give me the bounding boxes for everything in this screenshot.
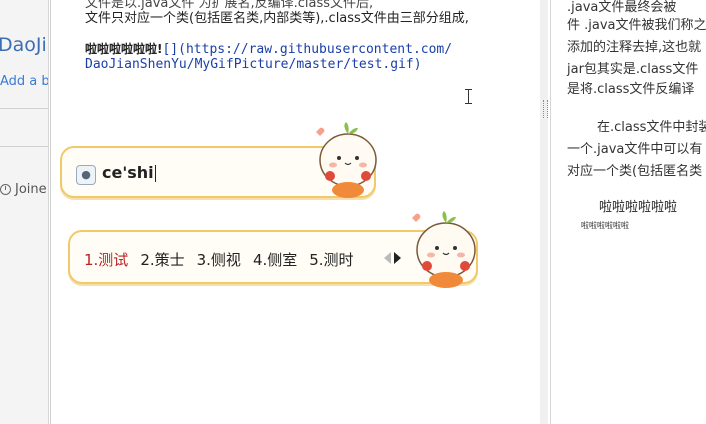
- editor-line-md: 啦啦啦啦啦啦![](https://raw.githubusercontent.…: [85, 40, 452, 57]
- preview-line: 是将.class文件反编译: [567, 82, 695, 97]
- candidate-3[interactable]: 3.侧视: [197, 249, 241, 270]
- divider: [0, 146, 48, 147]
- candidate-5[interactable]: 5.测时: [309, 249, 353, 270]
- preview-line: 一个.java文件中可以有: [567, 142, 703, 157]
- md-text: 啦啦啦啦啦啦!: [85, 42, 163, 56]
- preview-line: .java文件最终会被: [567, 0, 677, 15]
- pane-splitter-handle[interactable]: [543, 100, 548, 118]
- md-link[interactable]: [](https://raw.githubusercontent.com/: [162, 42, 452, 57]
- candidate-1[interactable]: 1.测试: [84, 249, 128, 270]
- preview-line: jar包其实是.class文件: [567, 62, 699, 77]
- preview-heading: 啦啦啦啦啦啦: [599, 200, 678, 215]
- candidate-2[interactable]: 2.策士: [140, 249, 184, 270]
- prev-page-icon[interactable]: [384, 252, 391, 264]
- next-page-icon[interactable]: [394, 252, 401, 264]
- joined-text: Joine: [15, 182, 47, 197]
- editor-scrollbar[interactable]: [540, 0, 548, 424]
- markdown-preview: .java文件最终会被 件 .java文件被我们称之 添加的注释去掉,这也就 j…: [550, 0, 706, 424]
- background-window: DaoJia Add a b Joine: [0, 0, 49, 424]
- preview-small-text: 啦啦啦啦啦啦: [581, 221, 629, 230]
- lightbulb-icon[interactable]: ●: [76, 165, 96, 185]
- candidate-pager: [384, 252, 401, 264]
- preview-line: 在.class文件中封装: [597, 120, 706, 135]
- add-link[interactable]: Add a b: [0, 74, 48, 89]
- editor-line: 文件只对应一个类(包括匿名类,内部类等),.class文件由三部分组成,: [85, 11, 469, 26]
- divider: [0, 108, 48, 109]
- clock-icon: [0, 184, 11, 195]
- ime-composition-text: ce'shi: [102, 163, 156, 182]
- candidate-list: 1.测试 2.策士 3.侧视 4.侧室 5.测时: [84, 249, 354, 270]
- preview-line: 件 .java文件被我们称之: [567, 18, 706, 33]
- candidate-4[interactable]: 4.侧室: [253, 249, 297, 270]
- md-link[interactable]: DaoJianShenYu/MyGifPicture/master/test.g…: [85, 57, 422, 72]
- brand-text: DaoJia: [0, 34, 48, 56]
- text-cursor-icon: [465, 89, 472, 104]
- preview-line: 添加的注释去掉,这也就: [567, 40, 702, 55]
- joined-row: Joine: [0, 182, 47, 197]
- caret: [154, 165, 156, 182]
- preview-line: 对应一个类(包括匿名类: [567, 164, 703, 179]
- mascot-icon: [316, 122, 377, 198]
- mascot-icon: [412, 211, 476, 288]
